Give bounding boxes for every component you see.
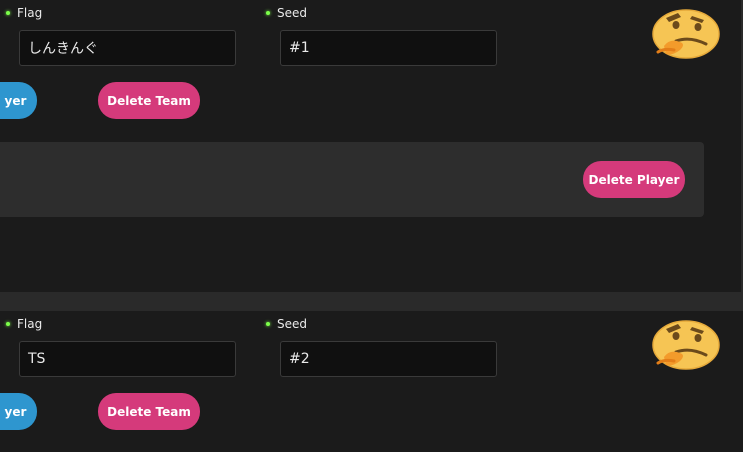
seed-field-team-1[interactable]: #1	[280, 30, 497, 66]
seed-label-text: Seed	[277, 6, 307, 20]
delete-team-label: Delete Team	[107, 404, 191, 419]
seed-label-team-1: Seed	[266, 6, 307, 20]
add-player-button-team-1[interactable]: yer	[0, 82, 37, 119]
team-divider	[0, 292, 743, 311]
add-player-label: yer	[4, 404, 27, 419]
thinking-emoji-icon	[652, 320, 720, 370]
status-dot	[6, 322, 10, 326]
delete-player-button[interactable]: Delete Player	[583, 161, 685, 198]
flag-field-value: TS	[28, 351, 46, 367]
flag-label-text: Flag	[17, 317, 43, 331]
flag-field-team-2[interactable]: TS	[19, 341, 236, 377]
flag-field-value: しんきんぐ	[28, 41, 98, 57]
add-player-label: yer	[4, 93, 27, 108]
flag-field-team-1[interactable]: しんきんぐ	[19, 30, 236, 66]
status-dot	[6, 11, 10, 15]
seed-field-team-2[interactable]: #2	[280, 341, 497, 377]
seed-field-value: #2	[289, 351, 310, 367]
seed-field-value: #1	[289, 40, 310, 56]
flag-label-team-2: Flag	[6, 317, 42, 331]
flag-label-text: Flag	[17, 6, 43, 20]
status-dot	[266, 11, 270, 15]
status-dot	[266, 322, 270, 326]
seed-label-team-2: Seed	[266, 317, 307, 331]
delete-player-label: Delete Player	[588, 172, 680, 187]
delete-team-label: Delete Team	[107, 93, 191, 108]
delete-team-button-team-2[interactable]: Delete Team	[98, 393, 200, 430]
flag-label-team-1: Flag	[6, 6, 42, 20]
add-player-button-team-2[interactable]: yer	[0, 393, 37, 430]
delete-team-button-team-1[interactable]: Delete Team	[98, 82, 200, 119]
thinking-emoji-icon	[652, 9, 720, 59]
seed-label-text: Seed	[277, 317, 307, 331]
